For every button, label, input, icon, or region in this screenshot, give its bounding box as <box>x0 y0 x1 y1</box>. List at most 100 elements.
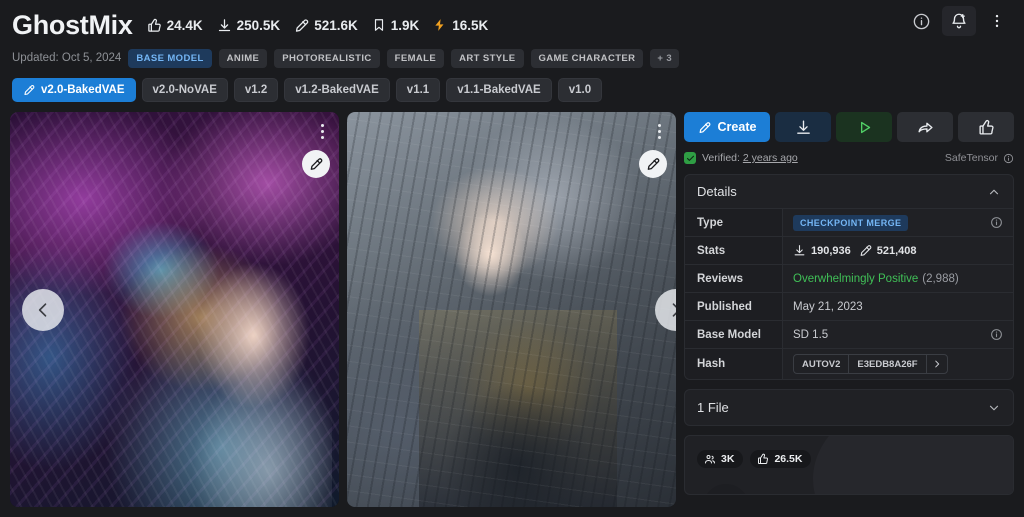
row-value-hash: AUTOV2 E3EDB8A26F <box>783 349 1013 379</box>
details-panel: Create Verified: 2 years ago SafeTensor … <box>684 112 1014 507</box>
tag-more-count[interactable]: + 3 <box>650 48 680 68</box>
download-icon <box>217 18 232 33</box>
thumbs-up-icon <box>978 119 995 136</box>
image-gallery <box>10 112 676 507</box>
header-actions <box>904 6 1014 36</box>
row-value-base-model: SD 1.5 <box>783 321 1013 348</box>
version-tabs: v2.0-BakedVAE v2.0-NoVAE v1.2 v1.2-Baked… <box>0 70 1024 102</box>
stat-bookmarks-value: 1.9K <box>390 17 420 33</box>
tag-base-model[interactable]: BASE MODEL <box>128 48 212 68</box>
tag-game-character[interactable]: GAME CHARACTER <box>530 48 644 68</box>
version-tab-v12[interactable]: v1.2 <box>233 78 279 102</box>
bell-plus-icon <box>950 12 968 30</box>
version-tab-v20-bakedvae[interactable]: v2.0-BakedVAE <box>12 78 136 102</box>
download-button[interactable] <box>775 112 831 142</box>
brush-icon <box>646 157 660 171</box>
related-resource-card[interactable]: 3K 26.5K <box>684 435 1014 495</box>
stat-buzz: 16.5K <box>433 18 488 33</box>
row-value-reviews: Overwhelmingly Positive (2,988) <box>783 265 1013 292</box>
users-icon <box>704 453 716 465</box>
hash-value: E3EDB8A26F <box>848 355 925 373</box>
likes-count: 26.5K <box>774 453 803 465</box>
meta-row: Updated: Oct 5, 2024 BASE MODEL ANIME PH… <box>12 46 1012 70</box>
image-1-more-button[interactable] <box>314 120 330 142</box>
stat-likes-value: 24.4K <box>166 17 203 33</box>
row-label-base-model: Base Model <box>685 321 783 348</box>
page-title: GhostMix <box>12 9 133 40</box>
tag-anime[interactable]: ANIME <box>218 48 268 68</box>
like-button[interactable] <box>958 112 1014 142</box>
gallery-image-2[interactable] <box>347 112 676 507</box>
play-icon <box>856 119 873 136</box>
info-icon[interactable] <box>1003 153 1014 164</box>
info-icon <box>912 12 931 31</box>
share-button[interactable] <box>897 112 953 142</box>
version-tab-v11[interactable]: v1.1 <box>395 78 441 102</box>
image-1-remix-button[interactable] <box>302 150 330 178</box>
files-card[interactable]: 1 File <box>684 389 1014 426</box>
stat-generations-value: 521.6K <box>314 17 358 33</box>
gallery-image-1[interactable] <box>10 112 339 507</box>
title-row: GhostMix 24.4K 250.5K 521.6K 1.9K 16.5K <box>12 8 1012 42</box>
stat-downloads: 190,936 <box>793 244 851 257</box>
row-label-published: Published <box>685 293 783 320</box>
create-button-label: Create <box>717 120 757 134</box>
share-icon <box>917 119 934 136</box>
stat-likes: 24.4K <box>147 18 203 33</box>
row-label-reviews: Reviews <box>685 265 783 292</box>
updated-text: Updated: Oct 5, 2024 <box>12 52 122 64</box>
info-icon[interactable] <box>990 328 1003 341</box>
more-options-button[interactable] <box>980 6 1014 36</box>
info-icon[interactable] <box>990 216 1003 229</box>
safetensor-badge: SafeTensor <box>945 152 1014 164</box>
tag-female[interactable]: FEMALE <box>386 48 445 68</box>
reviews-count: (2,988) <box>922 272 959 285</box>
image-2-more-button[interactable] <box>651 120 667 142</box>
info-button[interactable] <box>904 6 938 36</box>
tag-photorealistic[interactable]: PHOTOREALISTIC <box>274 48 380 68</box>
stat-downloads-value: 190,936 <box>811 244 851 257</box>
version-tab-v12-bakedvae[interactable]: v1.2-BakedVAE <box>284 78 390 102</box>
download-icon <box>793 244 806 257</box>
artwork-2 <box>347 112 676 507</box>
details-title: Details <box>697 184 737 199</box>
bookmark-icon <box>372 18 386 32</box>
safetensor-label: SafeTensor <box>944 152 998 164</box>
reviews-rating[interactable]: Overwhelmingly Positive <box>793 273 918 285</box>
table-row: Base Model SD 1.5 <box>685 320 1013 348</box>
row-value-stats: 190,936 521,408 <box>783 237 1013 264</box>
chevron-up-icon <box>987 185 1001 199</box>
row-label-type: Type <box>685 209 783 236</box>
row-label-hash: Hash <box>685 349 783 379</box>
brush-icon <box>309 157 323 171</box>
page-header: GhostMix 24.4K 250.5K 521.6K 1.9K 16.5K … <box>0 0 1024 70</box>
subscribe-button[interactable] <box>942 6 976 36</box>
status-badge: 3K <box>697 450 744 468</box>
table-row: Published May 21, 2023 <box>685 292 1013 320</box>
version-tab-v10[interactable]: v1.0 <box>557 78 603 102</box>
resource-badges: 3K 26.5K <box>697 450 812 468</box>
verified-time[interactable]: 2 years ago <box>743 152 798 164</box>
card-decoration <box>813 436 1013 494</box>
tag-art-style[interactable]: ART STYLE <box>451 48 524 68</box>
run-button[interactable] <box>836 112 892 142</box>
thumbs-up-icon <box>147 18 162 33</box>
hash-expand-button[interactable] <box>925 355 947 373</box>
image-2-remix-button[interactable] <box>639 150 667 178</box>
card-decoration-small <box>703 484 749 494</box>
status-badge[interactable]: CHECKPOINT MERGE <box>793 214 909 231</box>
chevron-right-icon <box>666 300 676 320</box>
details-table: Type CHECKPOINT MERGE Stats 190,936 521,… <box>685 208 1013 379</box>
model-detail-page: GhostMix 24.4K 250.5K 521.6K 1.9K 16.5K … <box>0 0 1024 517</box>
details-card-header[interactable]: Details <box>685 175 1013 208</box>
version-tab-v20-novae[interactable]: v2.0-NoVAE <box>141 78 228 102</box>
create-button[interactable]: Create <box>684 112 770 142</box>
artwork-2-body <box>419 309 617 507</box>
files-title: 1 File <box>697 400 729 415</box>
verified-shield-icon <box>684 152 696 164</box>
verified-label: Verified: <box>702 152 740 164</box>
version-tab-v11-bakedvae[interactable]: v1.1-BakedVAE <box>446 78 552 102</box>
stat-generations: 521,408 <box>859 244 917 257</box>
gallery-prev-button[interactable] <box>22 288 64 331</box>
main-content: Create Verified: 2 years ago SafeTensor … <box>0 102 1024 507</box>
